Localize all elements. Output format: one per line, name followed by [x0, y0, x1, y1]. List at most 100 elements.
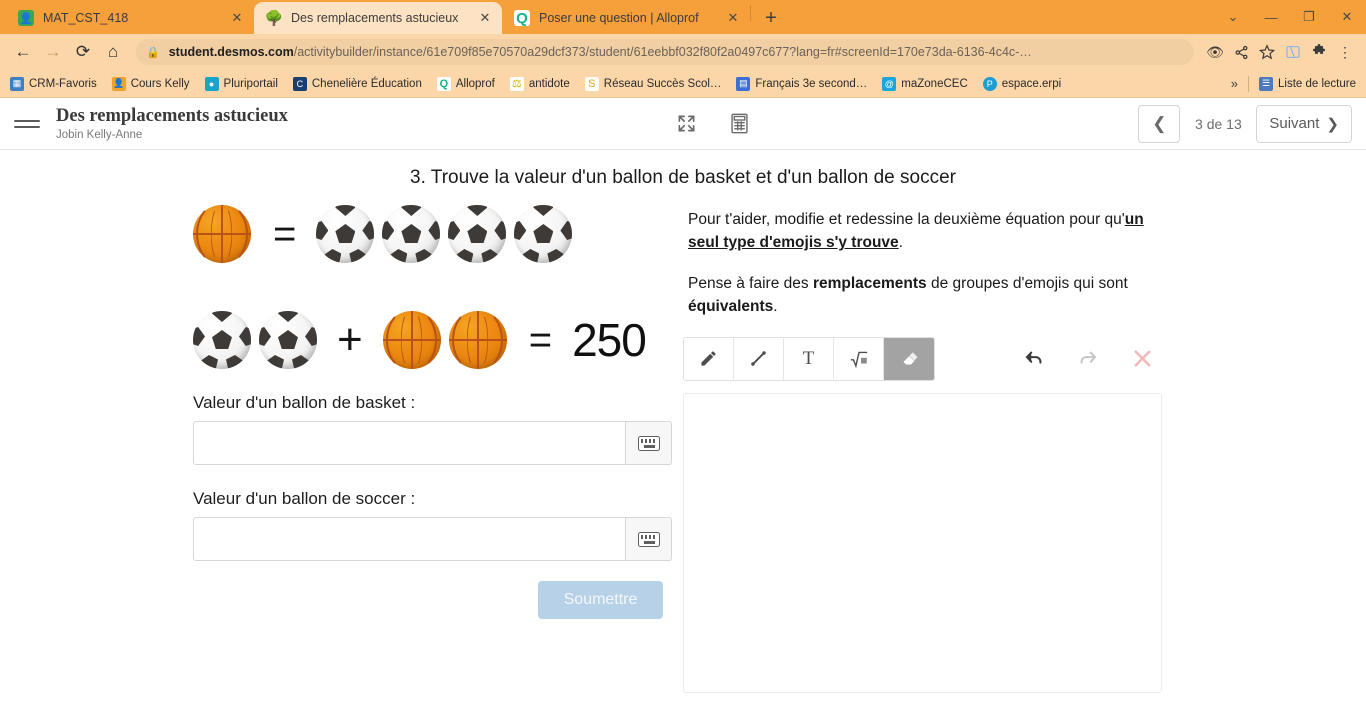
bookmarks-overflow-button[interactable]: »: [1231, 76, 1238, 91]
activity-header: Des remplacements astucieux Jobin Kelly-…: [0, 98, 1366, 150]
screen-counter: 3 de 13: [1195, 115, 1242, 132]
soccer-field-label: Valeur d'un ballon de soccer :: [193, 489, 416, 508]
chrome-menu-icon[interactable]: ⋮: [1332, 39, 1358, 65]
student-name: Jobin Kelly-Anne: [56, 129, 143, 142]
browser-tab-1[interactable]: 🌳 Des remplacements astucieux ✕: [254, 2, 502, 34]
bookmark-item[interactable]: C Chenelière Éducation: [292, 76, 422, 91]
pencil-tool[interactable]: [684, 337, 734, 380]
bookmark-item[interactable]: S Réseau Succès Scol…: [584, 76, 721, 91]
bookmark-item[interactable]: ▤ Français 3e second…: [736, 76, 867, 91]
pagination-controls: ❮ 3 de 13 Suivant ❯: [1138, 104, 1352, 143]
alloprof-icon: Q: [514, 10, 530, 26]
fullscreen-icon[interactable]: [677, 114, 696, 133]
lock-icon: 🔒: [146, 46, 160, 59]
close-window-button[interactable]: ✕: [1328, 0, 1366, 34]
submit-row: Soumettre: [0, 581, 673, 619]
contact-icon: 👤: [18, 10, 34, 26]
calculator-icon[interactable]: [730, 113, 749, 134]
bookmark-item[interactable]: Pespace.erpi: [982, 76, 1061, 91]
address-bar-text: student.desmos.com/activitybuilder/insta…: [169, 45, 1184, 59]
antidote-icon: ⚖: [509, 76, 524, 91]
soccer-value-input[interactable]: [193, 517, 672, 561]
eraser-tool[interactable]: [884, 337, 934, 380]
browser-tab-0[interactable]: 👤 MAT_CST_418 ✕: [6, 2, 254, 34]
bookmark-item[interactable]: ⚖ antidote: [509, 76, 570, 91]
reading-list-label: Liste de lecture: [1278, 77, 1356, 90]
reload-icon[interactable]: ⟳: [68, 37, 98, 67]
window-controls: ⌄ — ❐ ✕: [1214, 0, 1366, 34]
next-screen-button[interactable]: Suivant ❯: [1256, 104, 1352, 143]
math-tool[interactable]: [834, 337, 884, 380]
instr-p2-bold-1: remplacements: [812, 274, 927, 292]
soccerball-emoji: [382, 205, 441, 263]
address-bar[interactable]: 🔒 student.desmos.com/activitybuilder/ins…: [136, 39, 1194, 65]
reading-list-button[interactable]: ☰ Liste de lecture: [1259, 76, 1356, 91]
maximize-button[interactable]: ❐: [1290, 0, 1328, 34]
sketch-tool-group: T: [683, 336, 935, 381]
right-pane: Pour t'aider, modifie et redessine la de…: [683, 197, 1366, 720]
instr-p2-text-a: Pense à faire des: [688, 274, 813, 292]
profile-chevron-icon[interactable]: ⌄: [1214, 0, 1252, 34]
hamburger-menu-icon[interactable]: [14, 119, 40, 128]
bookmark-item[interactable]: 👤 Cours Kelly: [111, 76, 190, 91]
sketch-actions: [1021, 346, 1155, 372]
instr-p1-text-a: Pour t'aider, modifie et redessine la de…: [688, 211, 1125, 228]
tab-divider: [750, 5, 751, 21]
new-tab-button[interactable]: +: [757, 4, 785, 32]
bookmark-item[interactable]: ● Pluriportail: [204, 76, 278, 91]
pluriportail-icon: ●: [204, 76, 219, 91]
soccerball-emoji: [259, 311, 317, 369]
line-tool[interactable]: [734, 337, 784, 380]
basket-field-label: Valeur d'un ballon de basket :: [193, 393, 416, 412]
redo-button[interactable]: [1075, 346, 1101, 372]
extensions-puzzle-icon[interactable]: [1306, 39, 1332, 65]
mazonecec-icon: @: [882, 76, 897, 91]
bookmark-item[interactable]: ▦ CRM-Favoris: [10, 76, 97, 91]
browser-tab-2[interactable]: Q Poser une question | Alloprof ✕: [502, 2, 750, 34]
instr-p2-bold-2: équivalents: [688, 297, 774, 315]
instructions-block: Pour t'aider, modifie et redessine la de…: [683, 197, 1366, 319]
page-title: Des remplacements astucieux: [56, 105, 288, 126]
sketch-canvas[interactable]: [683, 392, 1162, 693]
clear-button[interactable]: [1129, 346, 1155, 372]
chevron-right-icon: ❯: [1326, 115, 1339, 133]
equation-1: =: [0, 201, 673, 267]
instruction-paragraph-2: Pense à faire des remplacements de group…: [688, 273, 1176, 319]
basket-input-entry[interactable]: [194, 422, 625, 464]
soccer-input-entry[interactable]: [194, 518, 625, 560]
equation-2: + = 250: [0, 307, 673, 373]
url-domain: student.desmos.com: [168, 45, 294, 59]
bookmark-item[interactable]: @ maZoneCEC: [882, 76, 968, 91]
keyboard-toggle-button[interactable]: [625, 518, 671, 560]
tab-close-button[interactable]: ✕: [476, 9, 494, 27]
bookmark-label: maZoneCEC: [901, 77, 968, 90]
sketch-toolbar: T: [683, 336, 1366, 381]
browser-toolbar: ← → ⟳ ⌂ 🔒 student.desmos.com/activitybui…: [0, 34, 1366, 70]
cheneliere-icon: C: [292, 76, 307, 91]
basketball-emoji: [193, 201, 251, 267]
submit-button[interactable]: Soumettre: [538, 581, 663, 619]
undo-button[interactable]: [1021, 346, 1047, 372]
back-icon[interactable]: ←: [8, 37, 38, 67]
previous-screen-button[interactable]: ❮: [1138, 104, 1181, 143]
bookmark-label: Chenelière Éducation: [311, 77, 422, 90]
soccerball-emoji: [514, 205, 573, 263]
tab-close-button[interactable]: ✕: [228, 9, 246, 27]
eye-icon[interactable]: 👁: [1202, 39, 1228, 65]
reading-list-icon[interactable]: [1280, 39, 1306, 65]
tab-title: Poser une question | Alloprof: [539, 11, 699, 25]
plus-sign: +: [337, 315, 363, 364]
tab-close-button[interactable]: ✕: [724, 9, 742, 27]
minimize-button[interactable]: —: [1252, 0, 1290, 34]
forward-icon[interactable]: →: [38, 37, 68, 67]
bookmark-star-icon[interactable]: [1254, 39, 1280, 65]
home-icon[interactable]: ⌂: [98, 37, 128, 67]
basketball-emoji: [382, 307, 441, 373]
bookmark-item[interactable]: Q Alloprof: [436, 76, 495, 91]
basket-value-input[interactable]: [193, 421, 672, 465]
keyboard-toggle-button[interactable]: [625, 422, 671, 464]
share-icon[interactable]: [1228, 39, 1254, 65]
soccerball-emoji: [316, 205, 375, 263]
text-tool[interactable]: T: [784, 337, 834, 380]
instr-p2-text-c: .: [773, 297, 778, 315]
